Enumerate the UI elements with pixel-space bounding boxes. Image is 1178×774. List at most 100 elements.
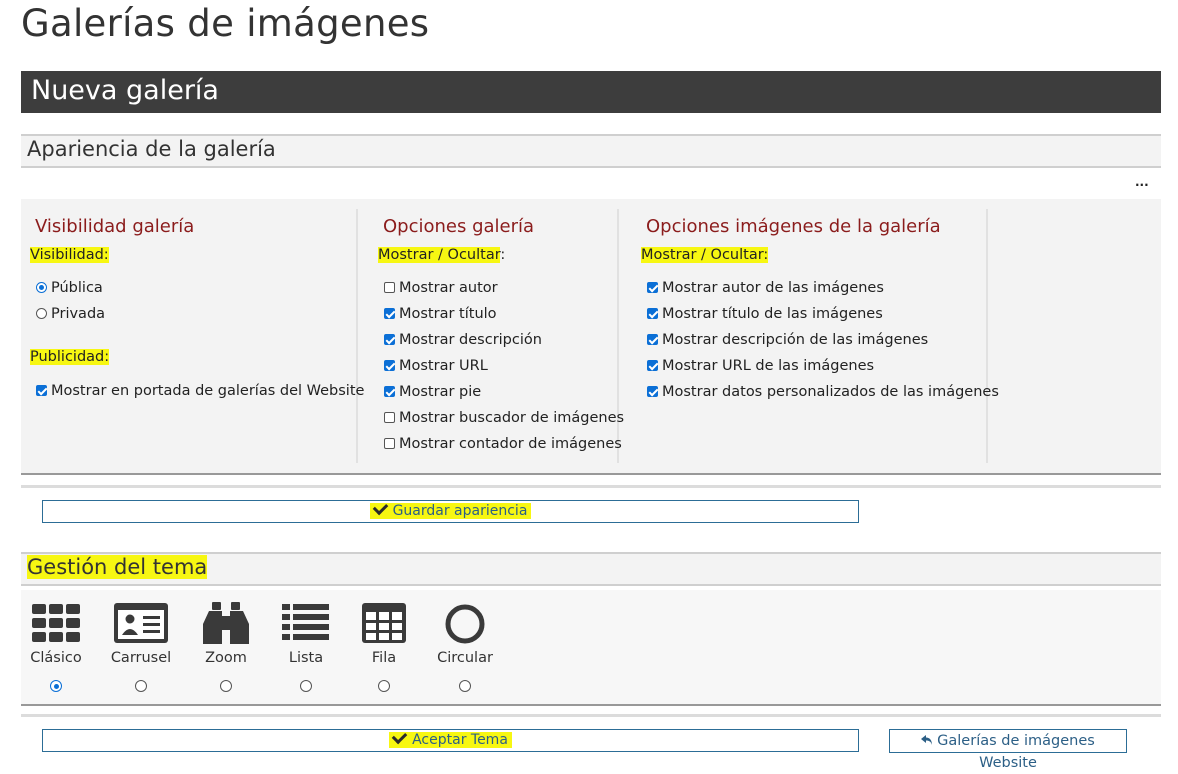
grid-icon	[28, 600, 84, 646]
section-header-bar: Nueva galería	[21, 71, 1161, 113]
gallery-options-column: Opciones galería Mostrar / Ocultar: Most…	[369, 209, 624, 463]
image-url-checkbox[interactable]	[647, 360, 658, 371]
divider	[21, 485, 1161, 488]
theme-classic-radio[interactable]	[50, 680, 62, 692]
theme-option-zoom[interactable]: Zoom	[191, 600, 261, 695]
publicity-label: Publicidad:	[30, 349, 110, 365]
gallery-footer-label: Mostrar pie	[399, 384, 482, 400]
gallery-option-footer[interactable]: Mostrar pie	[384, 382, 481, 402]
gallery-option-url[interactable]: Mostrar URL	[384, 356, 488, 376]
theme-carousel-label: Carrusel	[110, 650, 172, 666]
image-show-hide-label: Mostrar / Ocultar:	[641, 247, 769, 263]
gallery-option-description[interactable]: Mostrar descripción	[384, 330, 542, 350]
visibility-column-title: Visibilidad galería	[35, 216, 195, 237]
list-icon	[278, 600, 334, 646]
binoculars-icon	[198, 600, 254, 646]
gallery-option-author[interactable]: Mostrar autor	[384, 278, 498, 298]
image-option-url[interactable]: Mostrar URL de las imágenes	[647, 356, 874, 376]
table-icon	[356, 600, 412, 646]
theme-subheader: Gestión del tema	[21, 552, 1161, 586]
image-custom-data-label: Mostrar datos personalizados de las imág…	[662, 384, 999, 400]
gallery-option-title[interactable]: Mostrar título	[384, 304, 497, 324]
image-option-description[interactable]: Mostrar descripción de las imágenes	[647, 330, 928, 350]
gallery-counter-label: Mostrar contador de imágenes	[399, 436, 622, 452]
appearance-options-panel: Visibilidad galería Visibilidad: Pública…	[21, 199, 1161, 475]
image-url-label: Mostrar URL de las imágenes	[662, 358, 875, 374]
section-title: Nueva galería	[31, 75, 219, 106]
circle-icon	[437, 600, 493, 646]
image-options-column: Opciones imágenes de la galería Mostrar …	[632, 209, 999, 463]
theme-zoom-label: Zoom	[205, 650, 247, 666]
back-to-galleries-label: Galerías de imágenes Website	[937, 733, 1095, 771]
visibility-label: Visibilidad:	[30, 247, 109, 263]
image-custom-data-checkbox[interactable]	[647, 386, 658, 397]
theme-option-circular[interactable]: Circular	[430, 600, 500, 695]
page-title: Galerías de imágenes	[21, 2, 430, 45]
gallery-title-label: Mostrar título	[399, 306, 497, 322]
theme-zoom-radio[interactable]	[220, 680, 232, 692]
image-description-label: Mostrar descripción de las imágenes	[662, 332, 929, 348]
gallery-search-checkbox[interactable]	[384, 412, 395, 423]
save-appearance-button[interactable]: Guardar apariencia	[42, 499, 859, 523]
image-option-title[interactable]: Mostrar título de las imágenes	[647, 304, 883, 324]
check-icon	[372, 499, 388, 516]
image-description-checkbox[interactable]	[647, 334, 658, 345]
back-to-galleries-button[interactable]: Galerías de imágenes Website	[889, 729, 1127, 771]
reply-arrow-icon	[921, 731, 933, 745]
theme-option-row[interactable]: Fila	[349, 600, 419, 695]
appearance-subheader: Apariencia de la galería	[21, 134, 1161, 168]
image-options-title: Opciones imágenes de la galería	[646, 216, 941, 237]
id-card-icon	[113, 600, 169, 646]
visibility-option-private[interactable]: Privada	[36, 304, 105, 324]
gallery-author-checkbox[interactable]	[384, 282, 395, 293]
theme-option-classic[interactable]: Clásico	[21, 600, 91, 695]
theme-heading: Gestión del tema	[27, 555, 208, 579]
image-option-custom-data[interactable]: Mostrar datos personalizados de las imág…	[647, 382, 999, 402]
colon: :	[500, 247, 506, 263]
gallery-title-checkbox[interactable]	[384, 308, 395, 319]
image-title-label: Mostrar título de las imágenes	[662, 306, 883, 322]
theme-options-panel: Clásico Carrusel Zoom Lista Fila Circula…	[21, 590, 1161, 706]
private-label: Privada	[51, 306, 106, 322]
accept-theme-label: Aceptar Tema	[412, 732, 508, 748]
gallery-options-title: Opciones galería	[383, 216, 535, 237]
theme-row-label: Fila	[371, 650, 397, 666]
private-radio[interactable]	[36, 308, 47, 319]
gallery-option-counter[interactable]: Mostrar contador de imágenes	[384, 434, 622, 454]
save-appearance-label: Guardar apariencia	[392, 503, 528, 519]
gallery-option-search[interactable]: Mostrar buscador de imágenes	[384, 408, 624, 428]
check-icon	[391, 728, 408, 745]
visibility-option-public[interactable]: Pública	[36, 278, 103, 298]
publicity-option-label: Mostrar en portada de galerías del Websi…	[51, 383, 365, 399]
accept-theme-button[interactable]: Aceptar Tema	[42, 728, 859, 752]
gallery-footer-checkbox[interactable]	[384, 386, 395, 397]
theme-option-carousel[interactable]: Carrusel	[106, 600, 176, 695]
public-label: Pública	[51, 280, 103, 296]
image-author-label: Mostrar autor de las imágenes	[662, 280, 884, 296]
more-options-icon[interactable]: ...	[1135, 175, 1149, 189]
publicity-option[interactable]: Mostrar en portada de galerías del Websi…	[36, 381, 364, 401]
gallery-url-checkbox[interactable]	[384, 360, 395, 371]
gallery-show-hide-label: Mostrar / Ocultar	[378, 247, 501, 263]
gallery-author-label: Mostrar autor	[399, 280, 498, 296]
theme-list-radio[interactable]	[300, 680, 312, 692]
public-radio[interactable]	[36, 282, 47, 293]
gallery-description-checkbox[interactable]	[384, 334, 395, 345]
publicity-checkbox[interactable]	[36, 385, 47, 396]
theme-circular-label: Circular	[437, 650, 493, 666]
theme-carousel-radio[interactable]	[135, 680, 147, 692]
divider	[21, 714, 1161, 717]
theme-row-radio[interactable]	[378, 680, 390, 692]
appearance-heading: Apariencia de la galería	[27, 137, 276, 161]
image-option-author[interactable]: Mostrar autor de las imágenes	[647, 278, 884, 298]
theme-option-list[interactable]: Lista	[271, 600, 341, 695]
gallery-search-label: Mostrar buscador de imágenes	[399, 410, 625, 426]
theme-classic-label: Clásico	[30, 650, 82, 666]
visibility-column: Visibilidad galería Visibilidad: Pública…	[21, 209, 364, 463]
theme-list-label: Lista	[288, 650, 324, 666]
theme-circular-radio[interactable]	[459, 680, 471, 692]
gallery-description-label: Mostrar descripción	[399, 332, 542, 348]
image-title-checkbox[interactable]	[647, 308, 658, 319]
gallery-counter-checkbox[interactable]	[384, 438, 395, 449]
image-author-checkbox[interactable]	[647, 282, 658, 293]
